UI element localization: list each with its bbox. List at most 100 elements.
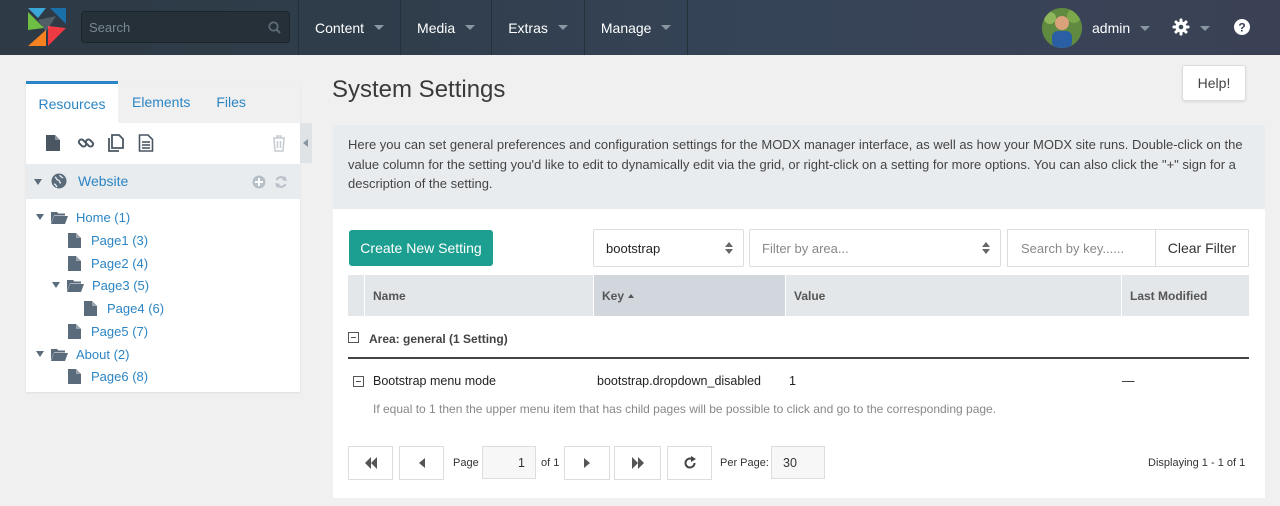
- tree-node-label: Page6 (8): [91, 368, 149, 384]
- tree-node-about[interactable]: About (2): [36, 344, 129, 364]
- modx-logo[interactable]: [24, 6, 68, 48]
- nav-extras[interactable]: Extras: [491, 0, 584, 55]
- per-page-input[interactable]: 30: [771, 446, 825, 479]
- column-last-modified[interactable]: Last Modified: [1121, 275, 1249, 316]
- caret-down-icon[interactable]: [36, 351, 44, 357]
- page-icon: [68, 232, 81, 248]
- chevron-down-icon: [557, 25, 568, 30]
- collapse-row-icon[interactable]: [353, 376, 364, 387]
- tree-node-page4[interactable]: Page4 (6): [84, 298, 164, 318]
- page-label: Page: [453, 457, 479, 469]
- displaying-count: Displaying 1 - 1 of 1: [1148, 457, 1246, 469]
- setting-value[interactable]: 1: [789, 374, 796, 388]
- page-number-input[interactable]: 1: [482, 446, 536, 479]
- first-page-button[interactable]: [348, 446, 393, 480]
- nav-extras-label: Extras: [508, 19, 548, 36]
- chevron-left-icon: [303, 139, 308, 147]
- tree-node-page6[interactable]: Page6 (8): [68, 366, 148, 386]
- page-icon: [84, 300, 97, 316]
- tree-node-label: Page2 (4): [91, 255, 149, 271]
- add-resource-icon[interactable]: [252, 175, 266, 192]
- page-number-value: 1: [518, 455, 525, 470]
- pagination-bar: Page 1 of 1 Per Page: 30 Displaying 1 - …: [348, 446, 1249, 480]
- tab-files[interactable]: Files: [202, 81, 258, 123]
- column-key[interactable]: Key: [593, 275, 785, 316]
- tab-resources[interactable]: Resources: [26, 81, 118, 123]
- new-document-icon[interactable]: [45, 134, 61, 155]
- caret-down-icon[interactable]: [36, 214, 44, 220]
- namespace-filter[interactable]: bootstrap: [593, 229, 744, 267]
- context-label: Website: [78, 173, 129, 189]
- setting-description: If equal to 1 then the upper menu item t…: [373, 402, 997, 416]
- tree-node-label: About (2): [76, 346, 130, 362]
- avatar[interactable]: [1042, 8, 1082, 48]
- column-label: Value: [794, 288, 826, 303]
- svg-text:?: ?: [1238, 21, 1245, 35]
- group-row[interactable]: Area: general (1 Setting): [348, 327, 1249, 359]
- tree-node-label: Page5 (7): [91, 323, 149, 339]
- page-title: System Settings: [332, 76, 506, 103]
- tree-node-page1[interactable]: Page1 (3): [68, 230, 148, 250]
- static-resource-icon[interactable]: [138, 134, 154, 155]
- context-website[interactable]: Website: [26, 164, 300, 199]
- search-icon[interactable]: [268, 21, 281, 37]
- tree-node-page3[interactable]: Page3 (5): [52, 275, 149, 295]
- top-bar: Content Media Extras Manage admin ?: [0, 0, 1280, 55]
- settings-menu[interactable]: [1172, 18, 1210, 39]
- group-label: Area: general (1 Setting): [369, 332, 508, 346]
- search-input[interactable]: [82, 12, 289, 42]
- nav-content[interactable]: Content: [298, 0, 400, 55]
- weblink-icon[interactable]: [77, 134, 95, 155]
- nav-media[interactable]: Media: [400, 0, 491, 55]
- caret-down-icon[interactable]: [52, 282, 60, 288]
- column-value[interactable]: Value: [785, 275, 1121, 316]
- chevron-left-icon: [418, 458, 425, 468]
- refresh-icon[interactable]: [274, 175, 288, 192]
- folder-open-icon: [51, 211, 68, 224]
- page-icon: [68, 323, 81, 339]
- trash-icon[interactable]: [271, 134, 287, 155]
- chevron-right-icon: [584, 458, 590, 468]
- next-page-button[interactable]: [564, 446, 610, 480]
- chevron-down-icon: [1200, 26, 1210, 31]
- help-icon[interactable]: ?: [1233, 18, 1251, 39]
- setting-last-modified: —: [1122, 374, 1135, 388]
- tree-node-page2[interactable]: Page2 (4): [68, 253, 148, 273]
- tree-node-home[interactable]: Home (1): [36, 207, 130, 227]
- user-menu[interactable]: admin: [1042, 8, 1151, 48]
- clear-filter-button[interactable]: Clear Filter: [1155, 229, 1249, 267]
- column-label: Name: [373, 288, 406, 303]
- folder-open-icon: [67, 279, 84, 292]
- search-box[interactable]: [81, 11, 290, 43]
- nav-manage[interactable]: Manage: [583, 0, 689, 55]
- double-chevron-left-icon: [364, 457, 377, 469]
- area-filter[interactable]: Filter by area...: [749, 229, 1001, 267]
- column-name[interactable]: Name: [364, 275, 593, 316]
- symlink-icon[interactable]: [107, 134, 125, 155]
- tree-toolbar: [26, 123, 300, 163]
- tree-node-label: Page1 (3): [91, 232, 149, 248]
- setting-name: Bootstrap menu mode: [373, 374, 496, 388]
- tab-elements[interactable]: Elements: [118, 81, 202, 123]
- previous-page-button[interactable]: [399, 446, 444, 480]
- key-search-input[interactable]: Search by key......: [1007, 229, 1156, 267]
- create-new-setting-button[interactable]: Create New Setting: [349, 230, 493, 266]
- double-chevron-right-icon: [631, 457, 644, 469]
- column-label: Key: [602, 288, 625, 303]
- settings-grid-panel: Create New Setting bootstrap Filter by a…: [333, 209, 1265, 498]
- key-search-placeholder: Search by key......: [1021, 240, 1125, 256]
- namespace-filter-value: bootstrap: [606, 240, 661, 256]
- last-page-button[interactable]: [614, 446, 661, 480]
- tree-node-page5[interactable]: Page5 (7): [68, 321, 148, 341]
- select-arrows-icon: [725, 242, 733, 254]
- select-arrows-icon: [982, 242, 990, 254]
- column-label: Last Modified: [1130, 288, 1208, 303]
- help-button[interactable]: Help!: [1182, 65, 1246, 101]
- collapse-sidebar-handle[interactable]: [300, 123, 312, 163]
- chevron-down-icon: [1140, 25, 1151, 31]
- expander-column-header: [348, 275, 364, 316]
- refresh-button[interactable]: [667, 446, 712, 480]
- caret-down-icon[interactable]: [34, 179, 42, 185]
- collapse-group-icon[interactable]: [348, 332, 359, 343]
- gear-icon[interactable]: [1172, 18, 1190, 39]
